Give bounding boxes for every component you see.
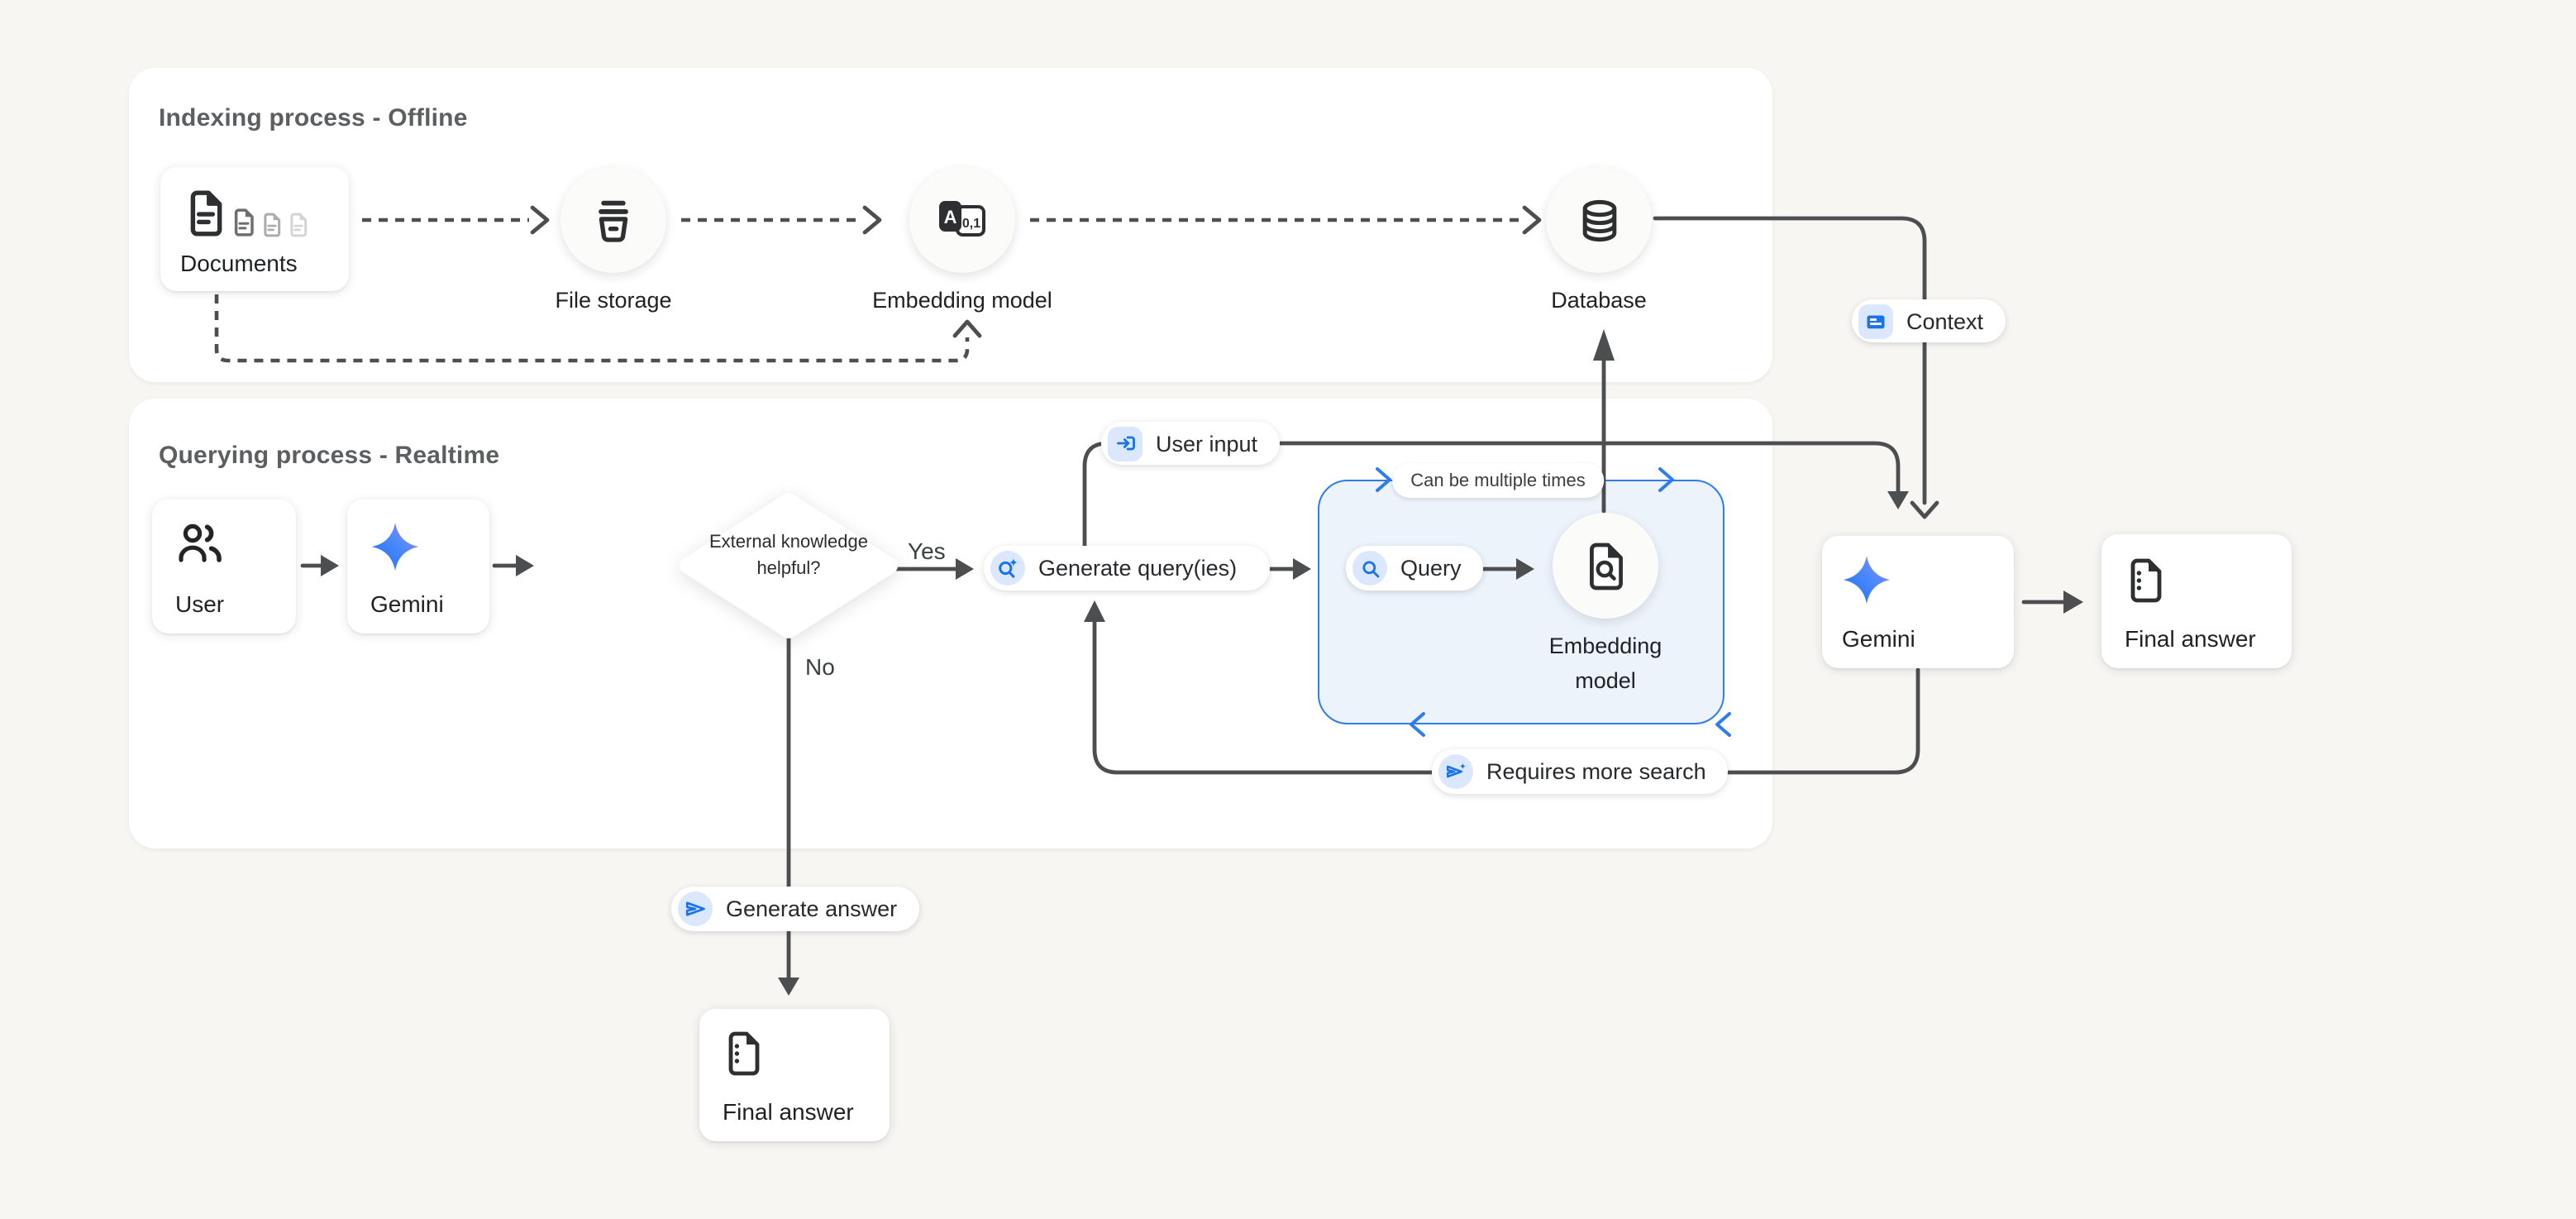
context-label: Context [1906,308,1983,333]
gemini-sparkle-icon [1842,554,1891,607]
users-icon [175,521,225,566]
generate-queries-pill: Generate query(ies) [984,546,1270,590]
gemini-sparkle-icon [370,521,420,574]
file-storage-node [561,167,666,273]
translate-numbers-icon: 0,1 A [936,198,989,242]
user-input-pill: User input [1101,422,1279,465]
input-arrow-icon [1108,426,1143,461]
documents-label: Documents [180,250,298,276]
yes-label: Yes [908,538,946,564]
embedding-model-online-node [1553,513,1658,619]
database-label: Database [1551,288,1647,313]
file-search-icon [1583,540,1628,591]
requires-more-search-label: Requires more search [1486,759,1706,784]
indexing-title: Indexing process - Offline [159,104,468,132]
context-card-icon [1858,304,1893,338]
gemini-answer-label: Gemini [1842,625,1915,652]
documents-node: Documents [160,167,349,291]
document-icon [723,1030,766,1077]
final-answer-no-path-label: Final answer [723,1098,854,1125]
document-icon [2125,557,2168,604]
embedding-model-offline-node: 0,1 A [909,167,1015,273]
svg-text:0,1: 0,1 [962,216,980,230]
database-node [1546,167,1652,273]
final-answer-label: Final answer [2125,625,2256,652]
decision-label: External knowledge helpful? [706,531,871,584]
generate-answer-label: Generate answer [726,896,897,921]
final-answer-no-path-node: Final answer [699,1009,890,1141]
send-sparkle-icon [1438,754,1473,789]
querying-title: Querying process - Realtime [159,442,499,470]
embedding-model-online-label: Embedding model [1529,630,1682,700]
user-label: User [175,590,224,617]
user-input-label: User input [1156,431,1257,456]
search-icon [1352,551,1387,586]
file-storage-label: File storage [555,288,671,313]
rag-pipeline-diagram: Indexing process - Offline Querying proc… [0,0,2576,1219]
send-icon [678,892,713,926]
embedding-model-offline-label: Embedding model [872,288,1052,313]
context-pill: Context [1852,299,2005,342]
search-sparkle-icon [990,551,1025,586]
documents-icon [185,189,309,238]
user-node: User [152,500,296,633]
gemini-answer-node: Gemini [1822,536,2014,668]
svg-text:A: A [944,206,957,227]
gemini-query-node: Gemini [347,500,489,633]
database-cylinder-icon [1575,196,1623,244]
generate-answer-pill: Generate answer [671,887,918,931]
final-answer-node: Final answer [2101,534,2292,668]
query-label: Query [1400,556,1462,581]
requires-more-search-pill: Requires more search [1432,749,1728,794]
loop-note-pill: Can be multiple times [1392,463,1604,498]
gemini-query-label: Gemini [370,590,444,617]
query-pill: Query [1346,546,1483,590]
no-label: No [805,653,835,680]
generate-queries-label: Generate query(ies) [1038,556,1237,581]
storage-bucket-icon [589,195,638,245]
